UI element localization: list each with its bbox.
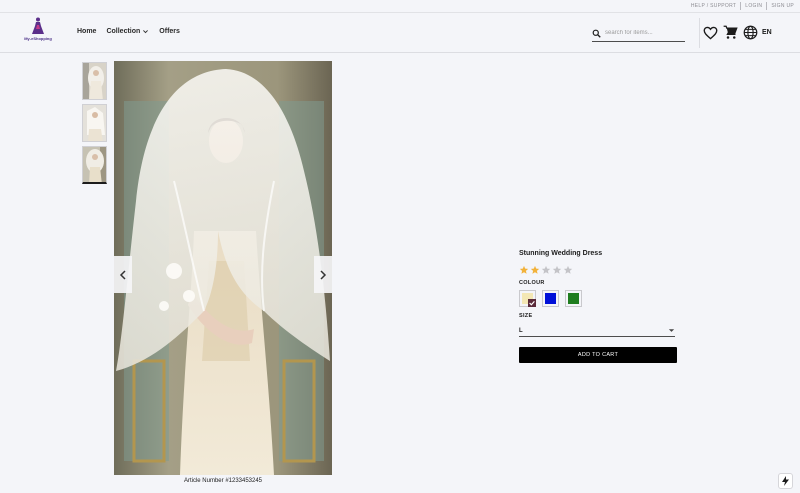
globe-icon[interactable] [743, 25, 758, 40]
quick-action-button[interactable] [778, 473, 793, 489]
size-label: SIZE [519, 313, 533, 319]
header-actions: EN [703, 25, 772, 40]
lightning-icon [782, 476, 789, 486]
prev-image-button[interactable] [114, 256, 132, 293]
cart-icon[interactable] [723, 25, 738, 40]
thumbnail-image [83, 105, 106, 141]
site-header: My-eShopping Home Collection Offers sear… [0, 13, 800, 53]
check-icon [528, 299, 536, 307]
thumbnail-3[interactable] [82, 146, 107, 184]
thumbnail-list [82, 62, 107, 188]
colour-swatches [519, 290, 677, 307]
star-icon[interactable] [519, 265, 529, 275]
next-image-button[interactable] [314, 256, 332, 293]
colour-label: COLOUR [519, 280, 545, 286]
top-utility-bar: HELP / SUPPORT LOGIN SIGN UP [0, 0, 800, 13]
star-icon[interactable] [563, 265, 573, 275]
swatch-fill [568, 293, 579, 304]
thumbnail-image [83, 147, 106, 182]
star-icon[interactable] [541, 265, 551, 275]
colour-swatch[interactable] [519, 290, 536, 307]
chevron-left-icon [119, 269, 126, 280]
nav-home[interactable]: Home [77, 28, 96, 35]
star-icon[interactable] [552, 265, 562, 275]
logo-dress-icon [32, 17, 44, 34]
colour-swatch[interactable] [565, 290, 582, 307]
product-details: Stunning Wedding Dress COLOUR SIZE L ADD… [519, 250, 677, 363]
logo-text: My-eShopping [24, 36, 52, 41]
search-bar [592, 25, 685, 42]
login-link[interactable]: LOGIN [745, 3, 762, 9]
thumbnail-1[interactable] [82, 62, 107, 100]
colour-swatch[interactable] [542, 290, 559, 307]
language-selector[interactable]: EN [762, 29, 772, 36]
thumbnail-image [83, 63, 106, 99]
swatch-fill [545, 293, 556, 304]
search-input[interactable] [605, 30, 681, 36]
header-divider [699, 18, 700, 48]
search-icon[interactable] [592, 29, 601, 38]
size-value: L [519, 327, 523, 334]
nav-collection-label: Collection [106, 28, 141, 35]
main-nav: Home Collection Offers [77, 28, 180, 35]
dropdown-arrow-icon [668, 329, 675, 332]
star-icon[interactable] [530, 265, 540, 275]
site-logo[interactable]: My-eShopping [22, 17, 54, 47]
chevron-down-icon [143, 30, 149, 34]
divider [766, 2, 768, 10]
bride-photo [114, 61, 332, 475]
top-links: HELP / SUPPORT LOGIN SIGN UP [691, 2, 794, 10]
size-select[interactable]: L [519, 325, 675, 337]
product-title: Stunning Wedding Dress [519, 250, 603, 257]
article-number: Article Number #1233453245 [183, 478, 263, 484]
divider [740, 2, 742, 10]
rating-stars [519, 265, 677, 275]
help-support-link[interactable]: HELP / SUPPORT [691, 3, 736, 9]
product-main-image [114, 61, 332, 475]
thumbnail-2[interactable] [82, 104, 107, 142]
heart-icon[interactable] [703, 26, 718, 40]
add-to-cart-button[interactable]: ADD TO CART [519, 347, 677, 363]
chevron-right-icon [320, 269, 327, 280]
nav-offers[interactable]: Offers [159, 28, 180, 35]
signup-link[interactable]: SIGN UP [771, 3, 794, 9]
nav-collection[interactable]: Collection [106, 28, 149, 35]
